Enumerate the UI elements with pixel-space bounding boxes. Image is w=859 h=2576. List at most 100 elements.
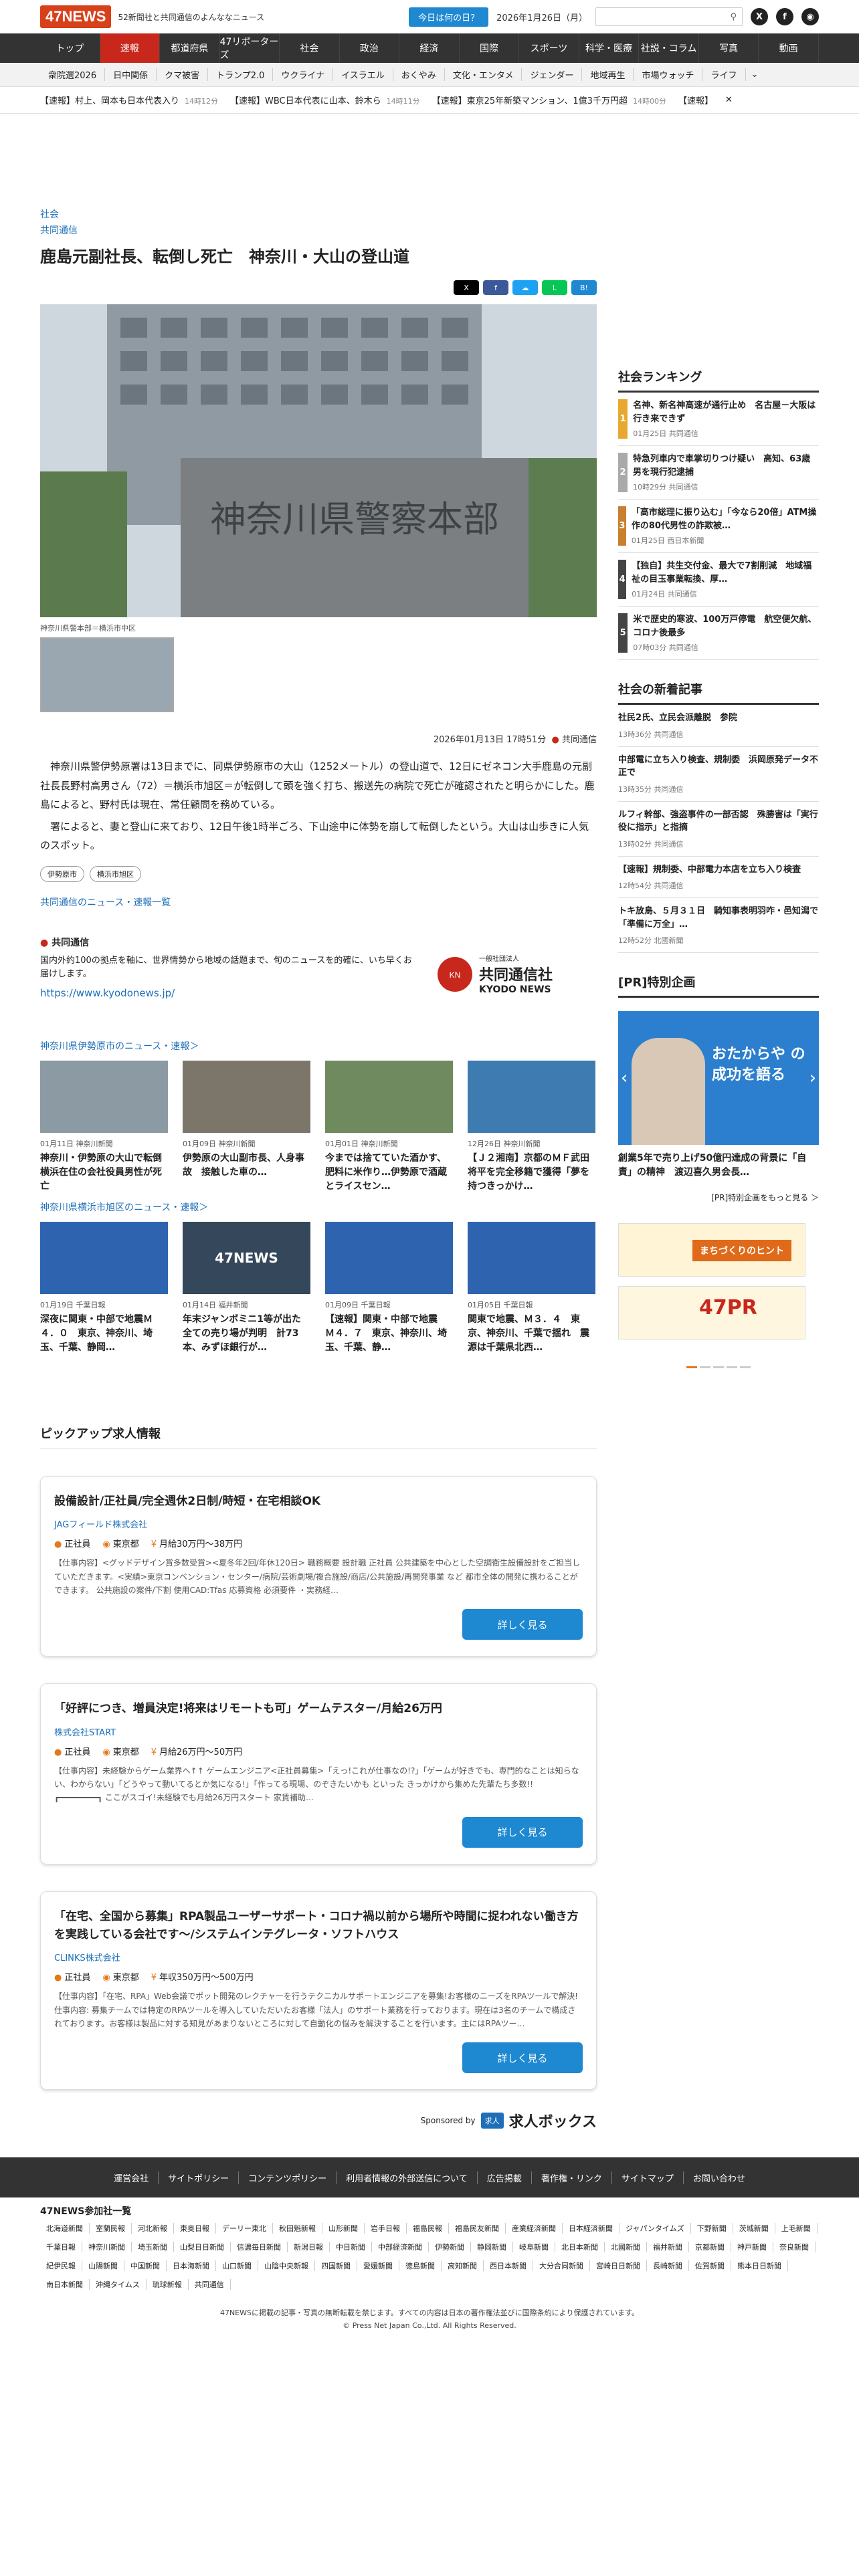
partner-link[interactable]: 日本海新聞 [167, 2260, 216, 2271]
line-share-icon[interactable]: L [542, 280, 567, 295]
search-icon[interactable]: ⚲ [730, 12, 737, 22]
partner-link[interactable]: 神戸新聞 [731, 2242, 773, 2252]
partner-link[interactable]: 福島民友新聞 [449, 2223, 506, 2234]
footer-link[interactable]: 利用者情報の外部送信について [337, 2171, 478, 2184]
partner-link[interactable]: 岐阜新聞 [513, 2242, 555, 2252]
ranking-item[interactable]: 4 【独自】共生交付金、最大で7割削減 地域福祉の目玉事業転換、厚… 01月24日 … [618, 553, 819, 607]
pr-slider[interactable]: おたからや の成功を語る ‹ › [618, 1011, 819, 1145]
ticker-item[interactable]: 【速報】WBC日本代表に山本、鈴木ら 14時11分 [230, 94, 420, 106]
ranking-item[interactable]: 1 名神、新名神高速が通行止め 名古屋－大阪は行き来できず 01月25日 共同通信 [618, 393, 819, 446]
job-title[interactable]: 「在宅、全国から募集」RPA製品ユーザーサポート・コロナ禍以前から場所や時間に捉… [54, 1908, 583, 1944]
nav-item-science[interactable]: 科学・医療 [579, 33, 640, 63]
partner-link[interactable]: 北海道新聞 [40, 2223, 90, 2234]
partner-link[interactable]: 山口新聞 [216, 2260, 258, 2271]
article-category[interactable]: 社会 [40, 207, 597, 221]
nav-item-politics[interactable]: 政治 [340, 33, 400, 63]
chevron-left-icon[interactable]: ‹ [621, 1068, 628, 1088]
partner-link[interactable]: 熊本日日新聞 [731, 2260, 788, 2271]
site-logo[interactable]: 47NEWS [40, 5, 112, 28]
subnav-item[interactable]: トランプ2.0 [208, 68, 274, 81]
partner-link[interactable]: ジャパンタイムズ [619, 2223, 691, 2234]
partner-link[interactable]: 静岡新聞 [471, 2242, 513, 2252]
newest-item[interactable]: 中部電に立ち入り検査、規制委 浜岡原発データ不正で 13時35分 共同通信 [618, 747, 819, 802]
partner-link[interactable]: 産業経済新聞 [506, 2223, 563, 2234]
partner-link[interactable]: 新潟日報 [288, 2242, 330, 2252]
nav-item-world[interactable]: 国際 [460, 33, 520, 63]
partner-link[interactable]: 福島民報 [407, 2223, 449, 2234]
ad-banner[interactable]: まちづくりのヒント [618, 1223, 805, 1277]
subnav-item[interactable]: おくやみ [393, 68, 445, 81]
news-card[interactable]: 01月19日 千葉日報 深夜に関東・中部で地震Ｍ４．０ 東京、神奈川、埼玉、千葉、… [40, 1222, 168, 1355]
subnav-item[interactable]: 日中関係 [105, 68, 157, 81]
news-card[interactable]: 12月26日 神奈川新聞 【Ｊ２湘南】京都のＭＦ武田将平を完全移籍で獲得「夢を持つ… [468, 1061, 595, 1194]
partner-link[interactable]: 上毛新聞 [775, 2223, 818, 2234]
subnav-item[interactable]: クマ被害 [157, 68, 209, 81]
news-card[interactable]: 01月09日 神奈川新聞 伊勢原の大山副市長、人身事故 接触した車の… [183, 1061, 310, 1194]
partner-link[interactable]: 河北新報 [132, 2223, 174, 2234]
more-news-link[interactable]: 共同通信のニュース・速報一覧 [40, 895, 597, 909]
partner-link[interactable]: 中日新聞 [330, 2242, 372, 2252]
ticker-item[interactable]: 【速報】 [678, 94, 713, 106]
logo-area[interactable]: 47NEWS 52新聞社と共同通信のよんななニュース [40, 5, 264, 28]
job-detail-button[interactable]: 詳しく見る [462, 1816, 583, 1848]
partner-link[interactable]: 京都新聞 [689, 2242, 731, 2252]
partner-link[interactable]: 信濃毎日新聞 [231, 2242, 288, 2252]
nav-item-top[interactable]: トップ [40, 33, 100, 63]
partner-link[interactable]: 東奥日報 [174, 2223, 216, 2234]
partner-link[interactable]: 愛媛新聞 [357, 2260, 399, 2271]
partner-link[interactable]: 伊勢新聞 [429, 2242, 471, 2252]
footer-link[interactable]: サイトマップ [612, 2171, 684, 2184]
footer-link[interactable]: お問い合わせ [684, 2171, 755, 2184]
partner-link[interactable]: 岩手日報 [365, 2223, 407, 2234]
partner-link[interactable]: 秋田魁新報 [273, 2223, 322, 2234]
footer-link[interactable]: 著作権・リンク [532, 2171, 612, 2184]
news-card[interactable]: 01月11日 神奈川新聞 神奈川・伊勢原の大山で転倒 横浜在住の会社役員男性が死亡 [40, 1061, 168, 1194]
subnav-item[interactable]: ライフ [702, 68, 746, 81]
job-card[interactable]: 「在宅、全国から募集」RPA製品ユーザーサポート・コロナ禍以前から場所や時間に捉… [40, 1891, 597, 2090]
x-icon[interactable]: X [751, 8, 768, 25]
partner-link[interactable]: デーリー東北 [216, 2223, 273, 2234]
nav-item-photo[interactable]: 写真 [699, 33, 759, 63]
job-title[interactable]: 設備設計/正社員/完全週休2日制/時短・在宅相談OK [54, 1493, 583, 1511]
footer-link[interactable]: 広告掲載 [478, 2171, 532, 2184]
article-photo[interactable]: 神奈川県警察本部 [40, 304, 597, 617]
ranking-item[interactable]: 3 「高市総理に振り込む」「今なら20倍」ATM操作の80代男性の詐欺被… 01月2… [618, 500, 819, 553]
globe-icon[interactable]: ◉ [801, 8, 819, 25]
search-input[interactable]: ⚲ [595, 7, 743, 26]
photo-thumbnail[interactable] [40, 637, 174, 712]
newest-item[interactable]: ルフィ幹部、強盗事件の一部否認 殊勝害は「実行役に指示」と指摘 13時02分 共同… [618, 802, 819, 857]
partner-link[interactable]: 宮崎日日新聞 [590, 2260, 647, 2271]
pagination-dots[interactable] [618, 1366, 819, 1368]
partner-link[interactable]: 茨城新聞 [733, 2223, 775, 2234]
sponsor-row[interactable]: Sponsored by 求人 求人ボックス [40, 2110, 597, 2131]
nav-item-video[interactable]: 動画 [759, 33, 819, 63]
subnav-item[interactable]: 文化・エンタメ [445, 68, 522, 81]
partner-link[interactable]: 日本経済新聞 [563, 2223, 619, 2234]
partner-link[interactable]: 中部経済新聞 [372, 2242, 429, 2252]
newest-item[interactable]: 【速報】規制委、中部電力本店を立ち入り検査 12時54分 共同通信 [618, 857, 819, 898]
nav-item-breaking[interactable]: 速報 [100, 33, 161, 63]
nav-item-economy[interactable]: 経済 [399, 33, 460, 63]
chevron-right-icon[interactable]: › [809, 1068, 816, 1088]
partner-link[interactable]: 中国新聞 [124, 2260, 167, 2271]
partner-link[interactable]: 西日本新聞 [484, 2260, 533, 2271]
partner-link[interactable]: 沖縄タイムス [90, 2279, 147, 2290]
subnav-item[interactable]: 市場ウォッチ [634, 68, 703, 81]
footer-link[interactable]: コンテンツポリシー [239, 2171, 337, 2184]
section-heading[interactable]: 神奈川県伊勢原市のニュース・速報＞ [40, 1039, 597, 1053]
partner-link[interactable]: 北日本新聞 [555, 2242, 605, 2252]
partner-link[interactable]: 山梨日日新聞 [174, 2242, 231, 2252]
subnav-item[interactable]: 地域再生 [582, 68, 634, 81]
tag-chip[interactable]: 横浜市旭区 [90, 865, 141, 882]
kyodo-logo[interactable]: KN 一般社団法人 共同通信社 KYODO NEWS [436, 954, 597, 995]
partner-link[interactable]: 大分合同新聞 [533, 2260, 590, 2271]
pr-caption[interactable]: 創業5年で売り上げ50億円達成の背景に「自責」の精神 渡辺喜久男会長… [618, 1152, 819, 1180]
tag-chip[interactable]: 伊勢原市 [40, 865, 84, 882]
newest-item[interactable]: 社民2氏、立民会派離脱 参院 13時36分 共同通信 [618, 705, 819, 747]
footer-link[interactable]: 運営会社 [104, 2171, 159, 2184]
subnav-item[interactable]: イスラエル [333, 68, 393, 81]
section-heading[interactable]: 神奈川県横浜市旭区のニュース・速報＞ [40, 1200, 597, 1214]
article-source[interactable]: 共同通信 [40, 223, 597, 237]
job-detail-button[interactable]: 詳しく見る [462, 1609, 583, 1640]
news-card[interactable]: 47NEWS 01月14日 福井新聞 年末ジャンボミニ1等が出た全ての売り場が判明 … [183, 1222, 310, 1355]
